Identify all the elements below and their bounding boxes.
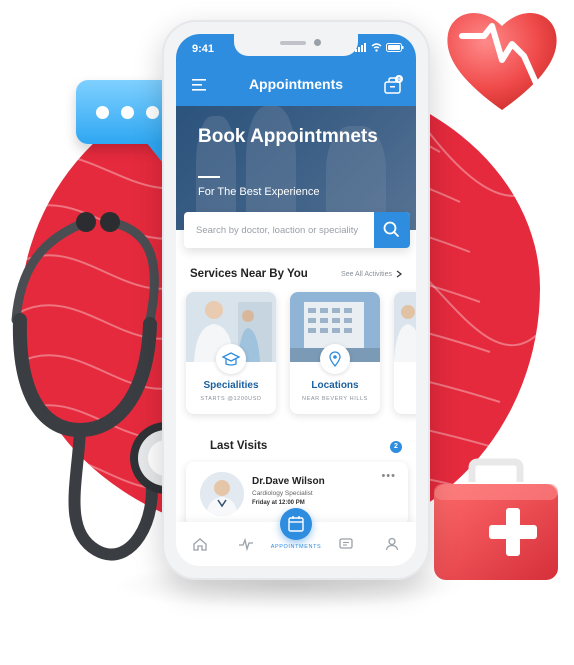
hero-divider bbox=[198, 176, 220, 178]
doctor-photo bbox=[394, 292, 416, 362]
card-subtext: STARTS @1200USD bbox=[200, 396, 262, 402]
service-card-partial[interactable] bbox=[394, 292, 416, 414]
search-icon bbox=[383, 221, 399, 237]
service-card-locations[interactable]: Locations NEAR BEVERY HILLS bbox=[290, 292, 380, 414]
messages-icon[interactable] bbox=[338, 536, 354, 552]
wifi-icon bbox=[371, 43, 382, 52]
phone-notch bbox=[234, 34, 358, 56]
status-time: 9:41 bbox=[192, 43, 215, 55]
status-bar: 9:41 bbox=[176, 34, 416, 66]
see-all-activities-link[interactable]: See All Activities bbox=[341, 270, 402, 278]
search-button[interactable] bbox=[374, 212, 410, 248]
more-options-icon[interactable]: ••• bbox=[381, 470, 396, 482]
last-visits-heading: Last Visits bbox=[210, 440, 268, 452]
chat-dot bbox=[96, 106, 109, 119]
bottom-tab-bar: APPOINTMENTS bbox=[176, 508, 416, 566]
page-title: Appointments bbox=[248, 76, 344, 92]
services-heading: Services Near By You bbox=[190, 268, 308, 280]
hero-subtitle: For The Best Experience bbox=[198, 186, 320, 198]
doctor-name: Dr.Dave Wilson bbox=[252, 476, 325, 487]
scene: 9:41 Appointments 0 Book Appointmnets Fo… bbox=[0, 0, 574, 665]
see-all-label: See All Activities bbox=[341, 270, 392, 278]
appointments-icon bbox=[288, 516, 304, 532]
phone-screen: 9:41 Appointments 0 Book Appointmnets Fo… bbox=[176, 34, 416, 566]
appointments-tab[interactable] bbox=[280, 508, 312, 540]
last-visits-count-badge: 2 bbox=[390, 441, 402, 453]
speaker bbox=[280, 41, 306, 45]
location-pin-icon bbox=[320, 344, 350, 374]
battery-icon bbox=[386, 43, 404, 52]
signal-icon bbox=[355, 43, 366, 52]
profile-icon[interactable] bbox=[384, 536, 400, 552]
service-card-specialities[interactable]: Specialities STARTS @1200USD bbox=[186, 292, 276, 414]
system-icons bbox=[355, 43, 404, 52]
heart-icon bbox=[447, 12, 557, 111]
app-bar: Appointments 0 bbox=[176, 66, 416, 106]
hero-title: Book Appointmnets bbox=[198, 126, 378, 147]
card-label: Locations bbox=[311, 380, 359, 391]
phone-mockup: 9:41 Appointments 0 Book Appointmnets Fo… bbox=[162, 20, 430, 580]
chat-dot bbox=[146, 106, 159, 119]
doctor-specialty: Cardiology Specialist bbox=[252, 490, 313, 497]
visit-time: Friday at 12:00 PM bbox=[252, 500, 305, 506]
appointments-tab-label: APPOINTMENTS bbox=[270, 544, 322, 550]
doctor-cap-icon bbox=[216, 344, 246, 374]
chat-dot bbox=[121, 106, 134, 119]
search-input[interactable] bbox=[184, 212, 370, 248]
doctor-avatar bbox=[200, 472, 244, 516]
medical-bag-icon[interactable]: 0 bbox=[382, 74, 404, 96]
search-bar bbox=[184, 212, 410, 248]
chevron-right-icon bbox=[396, 270, 402, 278]
camera bbox=[314, 39, 321, 46]
card-subtext: NEAR BEVERY HILLS bbox=[302, 396, 368, 402]
bag-badge: 0 bbox=[398, 77, 401, 83]
card-label: Specialities bbox=[203, 380, 259, 391]
